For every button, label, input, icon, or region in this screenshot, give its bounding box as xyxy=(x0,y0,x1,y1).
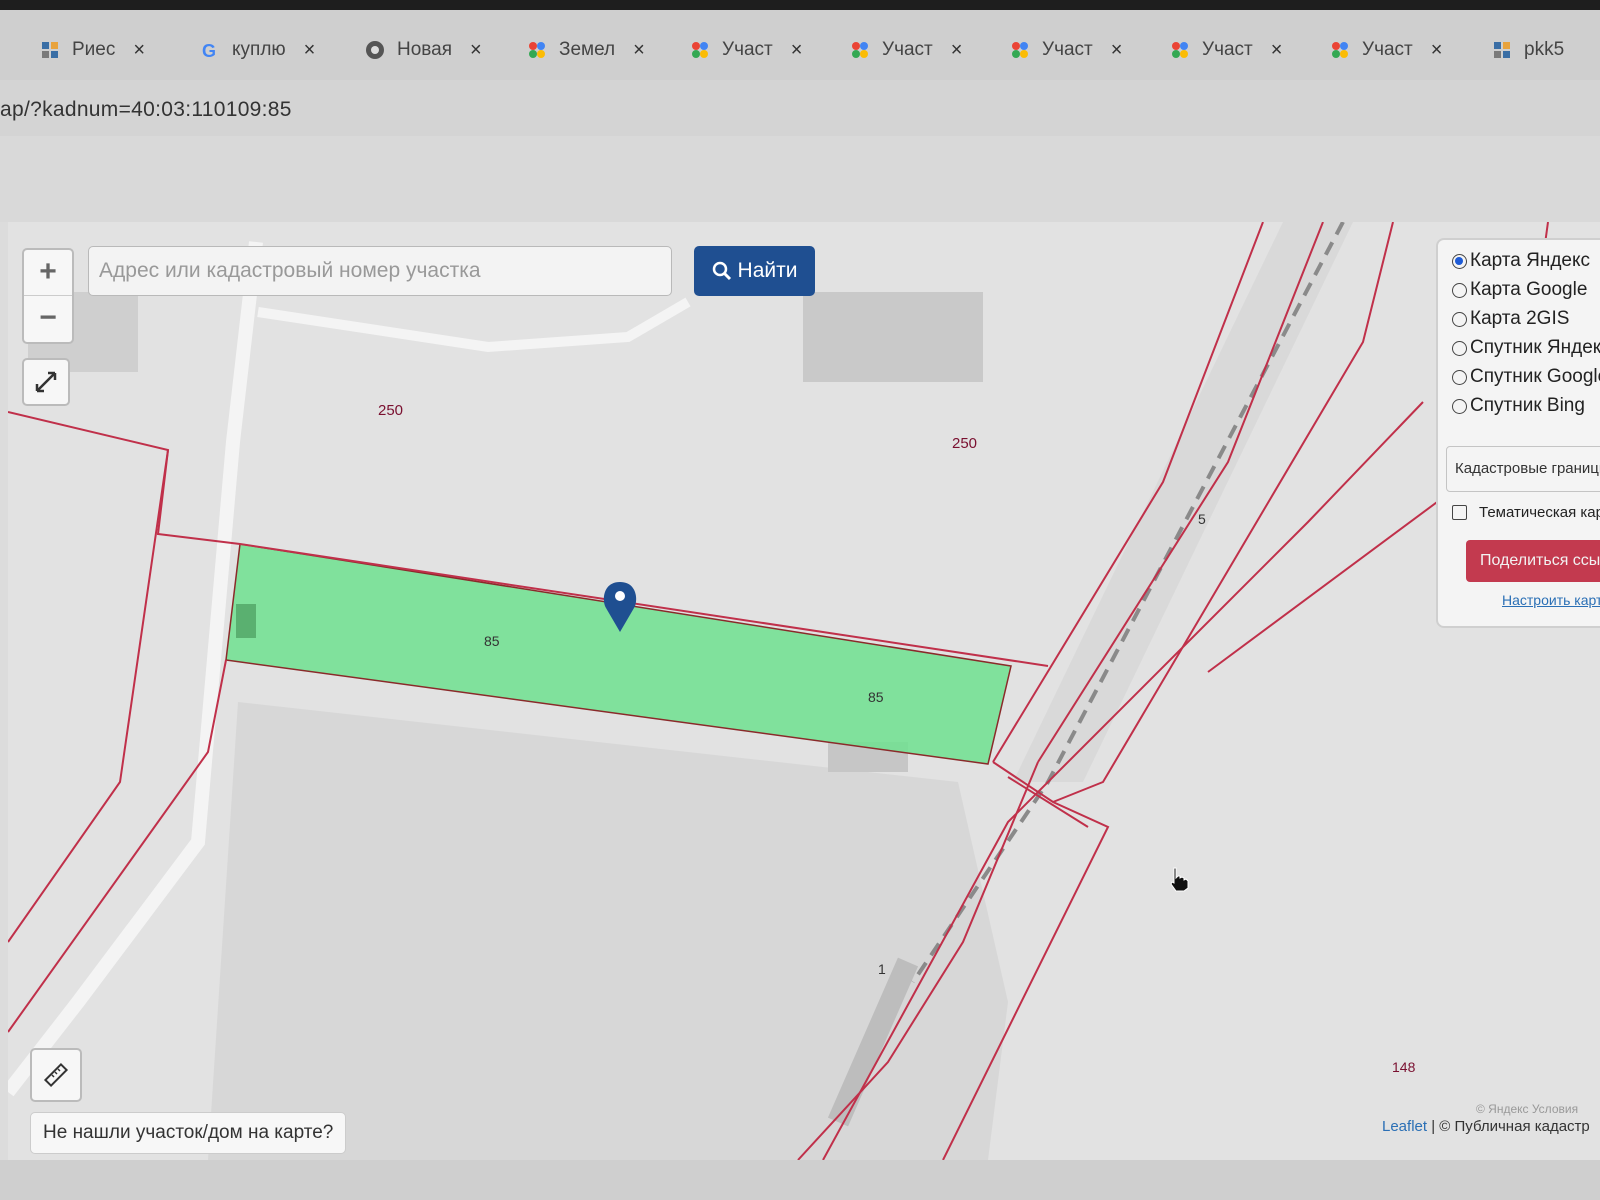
basemap-option[interactable]: Спутник Google xyxy=(1452,366,1600,388)
basemap-option-label: Карта Яндекс xyxy=(1470,250,1591,271)
fullscreen-button[interactable] xyxy=(22,358,70,406)
parcel-label-1: 1 xyxy=(878,961,886,977)
basemap-option[interactable]: Карта 2GIS xyxy=(1452,308,1569,330)
radio-button[interactable] xyxy=(1452,311,1467,327)
radio-button[interactable] xyxy=(1452,282,1467,298)
overlay-select[interactable]: Кадастровые границы xyxy=(1446,446,1600,492)
hand-cursor-icon xyxy=(1168,866,1190,897)
close-tab-icon[interactable]: × xyxy=(1271,39,1283,62)
map-provider-attribution: © Яндекс Условия xyxy=(1476,1102,1579,1116)
browser-tab[interactable]: pkk5 xyxy=(1492,28,1564,72)
parcel-label-85: 85 xyxy=(868,689,884,705)
colorful-dots-icon xyxy=(690,40,710,60)
basemap-option-label: Спутник Google xyxy=(1470,366,1600,387)
radio-button[interactable] xyxy=(1452,253,1467,269)
radio-button[interactable] xyxy=(1452,369,1467,385)
search-input[interactable]: Адрес или кадастровый номер участка xyxy=(88,246,672,296)
layers-panel: Карта Яндекс Карта Google Карта 2GIS Спутни… xyxy=(1436,238,1600,628)
browser-tab[interactable]: Риес × xyxy=(40,28,145,72)
screen-bezel xyxy=(0,1160,1600,1200)
zoom-in-button[interactable]: + xyxy=(24,250,72,296)
parcel-label-148: 148 xyxy=(1392,1059,1416,1075)
basemap-option-label: Спутник Bing xyxy=(1470,395,1585,416)
ruler-icon xyxy=(43,1062,69,1088)
close-tab-icon[interactable]: × xyxy=(470,39,482,62)
tab-label: Земел xyxy=(559,39,616,60)
colorful-dots-icon xyxy=(1010,40,1030,60)
colorful-dots-icon xyxy=(1170,40,1190,60)
measure-ruler-button[interactable] xyxy=(30,1048,82,1102)
close-tab-icon[interactable]: × xyxy=(951,39,963,62)
tab-label: Участ xyxy=(1202,39,1253,60)
small-structure xyxy=(236,604,256,638)
chrome-icon xyxy=(365,40,385,60)
close-tab-icon[interactable]: × xyxy=(133,39,145,62)
zoom-out-button[interactable]: − xyxy=(24,296,72,341)
tab-label: Участ xyxy=(882,39,933,60)
tab-label: pkk5 xyxy=(1524,39,1565,60)
parcel-label-250: 250 xyxy=(378,402,403,419)
map-canvas: 250 250 85 85 5 1 148 xyxy=(8,222,1549,1160)
browser-tab[interactable]: Земел × xyxy=(527,28,645,72)
not-found-button[interactable]: Не нашли участок/дом на карте? xyxy=(30,1112,347,1154)
close-tab-icon[interactable]: × xyxy=(304,39,316,62)
close-tab-icon[interactable]: × xyxy=(791,39,803,62)
highway xyxy=(1013,222,1353,782)
basemap-option[interactable]: Спутник Яндекс xyxy=(1452,337,1600,359)
thematic-checkbox[interactable] xyxy=(1452,505,1467,520)
basemap-option-label: Спутник Яндекс xyxy=(1470,337,1600,358)
radio-button[interactable] xyxy=(1452,398,1467,414)
tab-label: Новая xyxy=(397,39,453,60)
parcel-label-5: 5 xyxy=(1198,511,1206,527)
configure-map-link[interactable]: Настроить карту xyxy=(1502,592,1600,608)
google-icon: G xyxy=(200,40,220,61)
parcel-label-250: 250 xyxy=(952,435,977,452)
basemap-option[interactable]: Карта Google xyxy=(1452,279,1587,301)
colorful-dots-icon xyxy=(527,40,547,60)
tab-label: куплю xyxy=(232,39,286,60)
browser-tab[interactable]: Участ × xyxy=(690,28,802,72)
building-footprint xyxy=(803,292,983,382)
colorful-dots-icon xyxy=(850,40,870,60)
radio-button[interactable] xyxy=(1452,340,1467,356)
search-button[interactable]: Найти xyxy=(694,246,815,296)
page-header-area xyxy=(0,136,1600,222)
tab-label: Участ xyxy=(1362,39,1413,60)
tab-label: Риес xyxy=(72,39,116,60)
expand-icon xyxy=(35,371,57,393)
parcel-label-85: 85 xyxy=(484,633,500,649)
address-bar-url[interactable]: ap/?kadnum=40:03:110109:85 xyxy=(0,98,292,122)
browser-tab[interactable]: Gкуплю × xyxy=(200,28,315,72)
basemap-option[interactable]: Карта Яндекс xyxy=(1452,250,1590,272)
browser-tab[interactable]: Участ × xyxy=(1010,28,1122,72)
search-icon xyxy=(712,261,731,281)
registry-icon xyxy=(40,40,60,60)
tab-label: Участ xyxy=(722,39,773,60)
svg-text:G: G xyxy=(202,41,216,60)
cadastral-map[interactable]: 250 250 85 85 5 1 148 xyxy=(8,222,1600,1160)
thematic-map-toggle[interactable]: Тематическая карта xyxy=(1452,504,1600,521)
close-tab-icon[interactable]: × xyxy=(1431,39,1443,62)
basemap-option[interactable]: Спутник Bing xyxy=(1452,395,1585,417)
leaflet-link[interactable]: Leaflet xyxy=(1382,1118,1427,1135)
tab-bar-edge xyxy=(0,0,1600,10)
zoom-control: + − xyxy=(22,248,74,344)
colorful-dots-icon xyxy=(1330,40,1350,60)
map-attribution: Leaflet | © Публичная кадастр xyxy=(1382,1118,1590,1135)
search-button-label: Найти xyxy=(737,259,798,282)
pkk-icon xyxy=(1492,40,1512,60)
tab-label: Участ xyxy=(1042,39,1093,60)
basemap-option-label: Карта 2GIS xyxy=(1470,308,1570,329)
basemap-option-label: Карта Google xyxy=(1470,279,1588,300)
close-tab-icon[interactable]: × xyxy=(633,39,645,62)
share-link-button[interactable]: Поделиться ссылкой xyxy=(1466,540,1600,582)
browser-tab[interactable]: Участ × xyxy=(1330,28,1442,72)
browser-tab[interactable]: Участ × xyxy=(1170,28,1282,72)
road-top xyxy=(257,297,691,353)
attribution-text: | © Публичная кадастр xyxy=(1427,1118,1590,1135)
browser-tab[interactable]: Новая × xyxy=(365,28,482,72)
thematic-label: Тематическая карта xyxy=(1479,504,1600,521)
browser-tab[interactable]: Участ × xyxy=(850,28,962,72)
close-tab-icon[interactable]: × xyxy=(1111,39,1123,62)
